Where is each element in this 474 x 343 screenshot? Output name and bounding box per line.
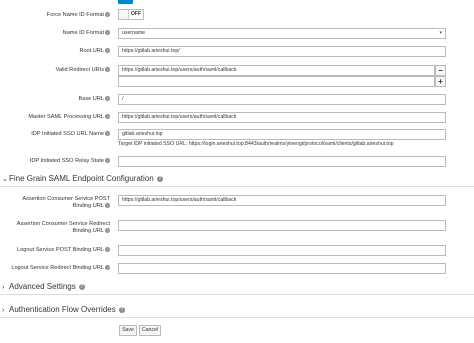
chevron-down-icon: ⌄	[2, 176, 8, 183]
cancel-button[interactable]: Cancel	[139, 325, 161, 336]
help-icon: ?	[105, 67, 110, 73]
acs-post-binding-url-label: Assertion Consumer Service POST Binding …	[22, 196, 110, 211]
base-url-value: /	[122, 96, 124, 102]
help-icon: ?	[105, 265, 110, 271]
name-id-format-label: Name ID Format?	[62, 30, 110, 36]
fine-grain-section-title: Fine Grain SAML Endpoint Configuration	[9, 174, 154, 183]
idp-initiated-sso-url-name-value: gitlab.arieshui.top	[122, 131, 163, 137]
force-name-id-format-label: Force Name ID Format?	[46, 12, 110, 18]
master-saml-processing-url-input[interactable]: https://gitlab.arieshui.top/users/auth/s…	[118, 112, 446, 123]
remove-redirect-uri-button[interactable]: −	[435, 65, 446, 76]
auth-flow-overrides-section-toggle[interactable]: › Authentication Flow Overrides?	[2, 305, 125, 316]
chevron-right-icon: ›	[2, 307, 5, 314]
fine-grain-section-toggle[interactable]: ⌄Fine Grain SAML Endpoint Configuration?	[2, 174, 163, 185]
name-id-format-value: username	[122, 30, 146, 36]
help-icon: ?	[118, 306, 125, 313]
idp-initiated-sso-relay-state-input[interactable]	[118, 156, 446, 167]
base-url-input[interactable]: /	[118, 94, 446, 105]
master-saml-processing-url-label: Master SAML Processing URL?	[28, 114, 110, 120]
advanced-settings-title: Advanced Settings	[9, 282, 76, 291]
acs-redirect-binding-url-label: Assertion Consumer Service Redirect Bind…	[17, 221, 110, 236]
name-id-format-select[interactable]: username ▾	[118, 28, 446, 39]
logout-redirect-binding-url-label: Logout Service Redirect Binding URL?	[11, 265, 110, 271]
section-divider	[0, 186, 474, 187]
base-url-label: Base URL?	[78, 96, 110, 102]
valid-redirect-uri-value: https://gitlab.arieshui.top/users/auth/s…	[122, 67, 237, 73]
acs-redirect-label-line1: Assertion Consumer Service Redirect	[16, 221, 110, 227]
idp-initiated-sso-url-name-label: IDP Initiated SSO URL Name?	[31, 131, 110, 137]
idp-initiated-sso-url-name-input[interactable]: gitlab.arieshui.top	[118, 129, 446, 140]
logout-redirect-binding-url-input[interactable]	[118, 263, 446, 274]
advanced-settings-section-toggle[interactable]: › Advanced Settings?	[2, 282, 85, 293]
add-redirect-uri-button[interactable]: +	[435, 76, 446, 87]
help-icon: ?	[156, 175, 163, 182]
acs-post-label-line1: Assertion Consumer Service POST	[22, 196, 110, 202]
idp-initiated-sso-relay-state-label: IDP Initiated SSO Relay State?	[29, 158, 110, 164]
section-divider	[0, 317, 474, 318]
help-icon: ?	[105, 114, 110, 120]
new-redirect-uri-input[interactable]	[118, 76, 435, 87]
help-icon: ?	[105, 228, 110, 234]
root-url-value: https://gitlab.arieshui.top/	[122, 48, 180, 54]
help-icon: ?	[105, 158, 110, 164]
master-saml-processing-url-value: https://gitlab.arieshui.top/users/auth/s…	[122, 114, 237, 120]
switch-knob	[119, 10, 129, 19]
help-icon: ?	[105, 131, 110, 137]
help-icon: ?	[78, 283, 85, 290]
acs-redirect-label-line2: Binding URL	[72, 228, 104, 235]
acs-post-binding-url-value: https://gitlab.arieshui.top/users/auth/s…	[122, 197, 237, 203]
help-icon: ?	[105, 96, 110, 102]
acs-post-binding-url-input[interactable]: https://gitlab.arieshui.top/users/auth/s…	[118, 195, 446, 206]
caret-down-icon: ▾	[439, 30, 442, 36]
auth-flow-overrides-title: Authentication Flow Overrides	[9, 305, 116, 314]
logout-post-binding-url-label: Logout Service POST Binding URL?	[17, 247, 110, 253]
chevron-right-icon: ›	[2, 284, 5, 291]
help-icon: ?	[105, 48, 110, 54]
force-name-id-format-switch[interactable]: OFF	[118, 9, 144, 20]
acs-post-label-line2: Binding URL	[72, 203, 104, 210]
save-button[interactable]: Save	[119, 325, 137, 336]
acs-redirect-binding-url-input[interactable]	[118, 220, 446, 231]
help-icon: ?	[105, 30, 110, 36]
help-icon: ?	[105, 203, 110, 209]
section-divider	[0, 294, 474, 295]
target-idp-sso-url-hint: Target IDP initiated SSO URL: https://lo…	[118, 141, 394, 147]
logout-post-binding-url-input[interactable]	[118, 245, 446, 256]
root-url-input[interactable]: https://gitlab.arieshui.top/	[118, 46, 446, 57]
help-icon: ?	[105, 247, 110, 253]
help-icon: ?	[105, 12, 110, 18]
root-url-label: Root URL?	[79, 48, 110, 54]
valid-redirect-uri-input[interactable]: https://gitlab.arieshui.top/users/auth/s…	[118, 65, 435, 76]
switch-state-text: OFF	[131, 11, 141, 17]
valid-redirect-uris-label: Valid Redirect URIs?	[55, 67, 110, 73]
previous-toggle-on-edge	[118, 0, 133, 4]
